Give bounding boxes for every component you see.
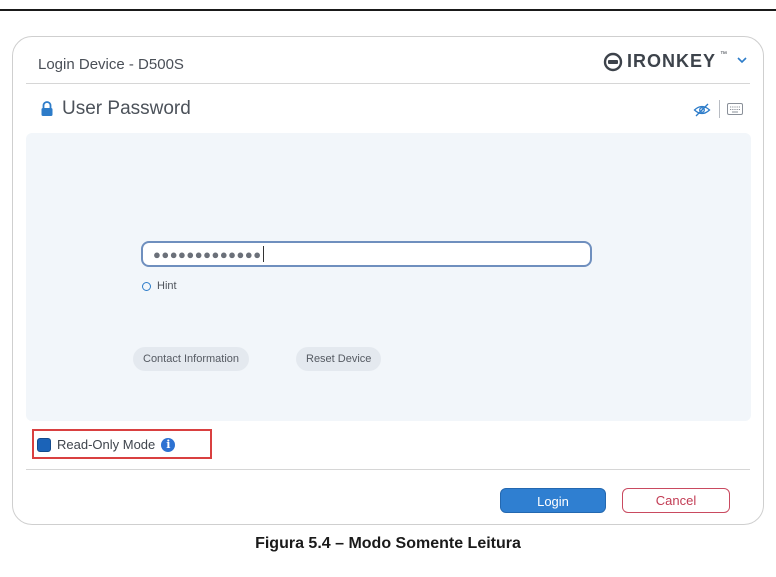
brand: IRONKEY ™ [603,51,727,72]
brand-trademark: ™ [720,51,727,58]
password-panel: ●●●●●●●●●●●●● Hint Contact Information R… [26,133,751,421]
cancel-button[interactable]: Cancel [622,488,730,513]
hint-label: Hint [157,280,177,292]
reset-device-button[interactable]: Reset Device [296,347,382,371]
brand-name: IRONKEY [626,51,716,71]
footer-divider [26,469,750,470]
window-title: Login Device - D500S [38,56,184,73]
password-value: ●●●●●●●●●●●●● [153,246,262,262]
text-caret [262,246,264,262]
password-input[interactable]: ●●●●●●●●●●●●● [141,241,592,267]
top-rule [0,9,776,11]
keyboard-icon[interactable] [727,103,743,115]
section-title: User Password [62,98,191,119]
eye-off-icon[interactable] [693,103,711,117]
lock-icon [41,101,53,116]
chevron-down-icon[interactable] [735,53,749,67]
login-button[interactable]: Login [500,488,606,513]
hint-radio-icon [142,281,151,291]
highlight-box [32,429,212,459]
login-window: Login Device - D500S IRONKEY ™ User Pass… [12,36,764,525]
contact-information-button[interactable]: Contact Information [133,347,249,371]
hint-link[interactable]: Hint [142,280,177,292]
figure-caption: Figura 5.4 – Modo Somente Leitura [255,535,521,552]
header-divider [26,83,750,84]
ironkey-logo-icon [603,52,623,71]
icon-separator [719,100,720,118]
